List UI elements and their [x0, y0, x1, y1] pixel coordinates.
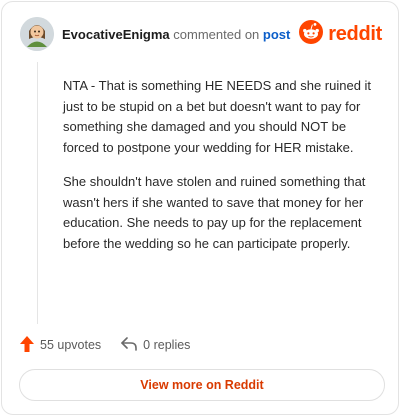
comment-paragraph: She shouldn't have stolen and ruined som…	[63, 174, 366, 251]
reddit-logo-icon	[299, 19, 324, 49]
comment-card: EvocativeEnigma commented on post reddit	[1, 1, 399, 415]
reddit-brand[interactable]: reddit	[299, 19, 382, 49]
reply-icon	[121, 336, 137, 354]
view-more-button[interactable]: View more on Reddit	[19, 369, 385, 401]
comment-paragraph: NTA - That is something HE NEEDS and she…	[63, 78, 372, 155]
post-link[interactable]: post	[263, 27, 290, 42]
thread-line	[37, 62, 38, 324]
comment-body: NTA - That is something HE NEEDS and she…	[63, 76, 385, 254]
byline: EvocativeEnigma commented on post	[62, 27, 290, 42]
comment-header: EvocativeEnigma commented on post reddit	[20, 16, 382, 52]
upvote-count: 55 upvotes	[40, 338, 102, 352]
reddit-wordmark: reddit	[328, 22, 382, 45]
reply-stat[interactable]: 0 replies	[121, 336, 191, 354]
reply-count: 0 replies	[143, 338, 191, 352]
avatar[interactable]	[20, 17, 54, 51]
upvote-stat[interactable]: 55 upvotes	[20, 335, 102, 355]
username[interactable]: EvocativeEnigma	[62, 27, 170, 42]
upvote-arrow-icon	[20, 335, 34, 355]
comment-footer: 55 upvotes 0 replies	[20, 334, 190, 356]
byline-verb: commented on	[173, 26, 260, 42]
